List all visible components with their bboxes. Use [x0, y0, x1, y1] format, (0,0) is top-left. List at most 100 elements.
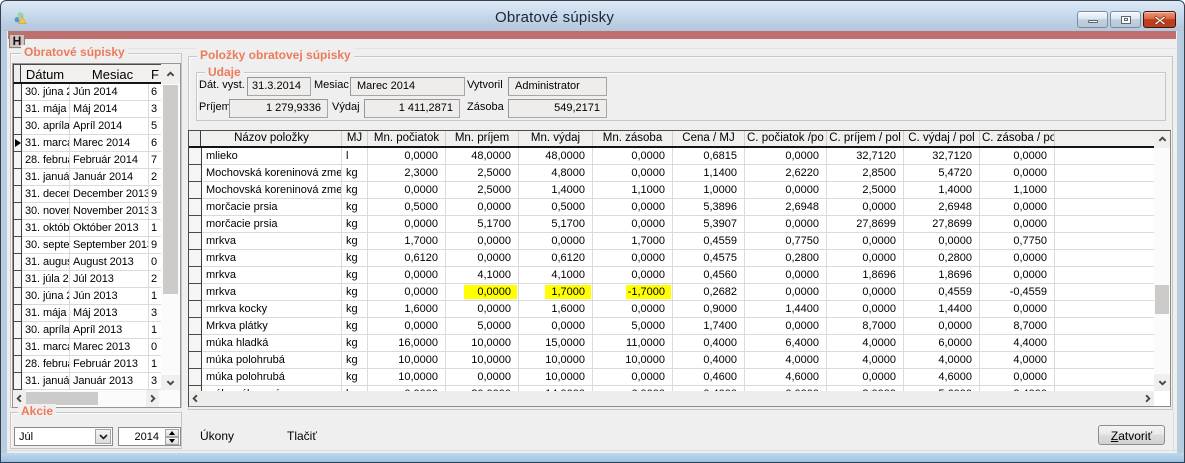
polozky-cell[interactable]: kg [342, 284, 368, 301]
mesiac-cell[interactable]: September 2013 [70, 237, 149, 254]
polozky-cell[interactable]: 1,1000 [593, 182, 673, 199]
polozky-cell[interactable]: 0,4000 [673, 335, 745, 352]
supisky-row[interactable]: 31. marca 2013Marec 20130 [14, 339, 161, 356]
polozky-row[interactable]: mrkvakg0,00000,00001,7000-1,70000,26820,… [189, 284, 1154, 301]
mesiac-cell[interactable]: Jún 2013 [70, 288, 149, 305]
polozky-column-header[interactable]: C. zásoba / pol [980, 131, 1055, 146]
polozky-cell[interactable]: 5,0000 [593, 318, 673, 335]
polozky-cell[interactable]: 4,0000 [980, 352, 1055, 369]
supisky-row[interactable]: 31. decembra 2013December 20139 [14, 186, 161, 203]
scroll-down-button[interactable] [161, 375, 180, 390]
supisky-table-vscrollbar[interactable] [161, 64, 180, 390]
ukony-button[interactable]: Úkony [200, 429, 234, 443]
polozky-cell[interactable]: 0,0000 [980, 301, 1055, 318]
supisky-row[interactable]: 30. septembra 2013September 20139 [14, 237, 161, 254]
polozky-cell[interactable]: 0,0000 [593, 199, 673, 216]
polozky-row[interactable]: Mrkva plátkykg0,00005,00000,00005,00001,… [189, 318, 1154, 335]
polozky-cell[interactable]: mrkva [202, 284, 342, 301]
polozky-cell[interactable]: 2,5000 [446, 182, 519, 199]
polozky-cell[interactable]: 1,0000 [673, 182, 745, 199]
dat-vyst-field[interactable]: 31.3.2014 [247, 77, 311, 96]
polozky-cell[interactable]: 0,0000 [980, 165, 1055, 182]
polozky-cell[interactable]: 1,7000 [368, 233, 446, 250]
polozky-row[interactable]: mrkvakg1,70000,00000,00001,70000,45590,7… [189, 233, 1154, 250]
polozky-row[interactable]: múka hladkákg16,000010,000015,000011,000… [189, 335, 1154, 352]
datum-cell[interactable]: 28. februára 2014 [22, 152, 70, 169]
polozky-cell[interactable]: 0,0000 [446, 199, 519, 216]
polozky-cell[interactable]: morčacie prsia [202, 199, 342, 216]
polozky-row[interactable]: mliekol0,000048,000048,00000,00000,68150… [189, 148, 1154, 165]
supisky-row[interactable]: 30. novembra 2013November 20133 [14, 203, 161, 220]
datum-cell[interactable]: 30. júna 2014 [22, 84, 70, 101]
polozky-cell[interactable]: 0,4600 [673, 369, 745, 386]
polozky-cell[interactable]: 10,0000 [519, 352, 593, 369]
polozky-cell[interactable]: -0,4559 [980, 284, 1055, 301]
f-cell[interactable]: 6 [149, 84, 161, 101]
polozky-cell[interactable]: mrkva kocky [202, 301, 342, 318]
polozky-cell[interactable]: 1,7000 [519, 284, 593, 301]
year-spinner[interactable]: 2014 [118, 427, 181, 446]
polozky-cell[interactable]: 5,3907 [673, 216, 745, 233]
polozky-cell[interactable]: 0,0000 [980, 216, 1055, 233]
f-cell[interactable]: 3 [149, 373, 161, 390]
mesiac-cell[interactable]: Máj 2014 [70, 101, 149, 118]
polozky-cell[interactable]: kg [342, 250, 368, 267]
polozky-cell[interactable]: kg [342, 199, 368, 216]
polozky-cell[interactable]: 5,3896 [673, 199, 745, 216]
polozky-row[interactable]: morčacie prsiakg0,00005,17005,17000,0000… [189, 216, 1154, 233]
scroll-up-button[interactable] [161, 64, 180, 84]
polozky-cell[interactable]: 0,0000 [745, 216, 827, 233]
supisky-row[interactable]: 30. apríla 2013Apríl 20131 [14, 322, 161, 339]
mesiac-cell[interactable]: November 2013 [70, 203, 149, 220]
datum-cell[interactable]: 31. januára 2014 [22, 169, 70, 186]
f-cell[interactable]: 1 [149, 356, 161, 373]
polozky-cell[interactable]: 4,1000 [446, 267, 519, 284]
polozky-cell[interactable]: 48,0000 [519, 148, 593, 165]
mesiac-cell[interactable]: Január 2013 [70, 373, 149, 390]
polozky-cell[interactable]: 0,0000 [745, 284, 827, 301]
polozky-cell[interactable]: 0,0000 [827, 284, 904, 301]
polozky-cell[interactable]: 5,0000 [446, 318, 519, 335]
polozky-cell[interactable]: mrkva [202, 233, 342, 250]
datum-cell[interactable]: 31. októbra 2013 [22, 220, 70, 237]
polozky-cell[interactable]: 0,4560 [673, 267, 745, 284]
polozky-cell[interactable]: kg [342, 233, 368, 250]
mesiac-cell[interactable]: Júl 2013 [70, 271, 149, 288]
datum-cell[interactable]: 30. novembra 2013 [22, 203, 70, 220]
supisky-row[interactable]: 28. februára 2014Február 20147 [14, 152, 161, 169]
polozky-column-header[interactable]: Mn. počiatok [368, 131, 446, 146]
polozky-cell[interactable]: mrkva [202, 267, 342, 284]
mesiac-cell[interactable]: Február 2013 [70, 356, 149, 373]
supisky-row[interactable]: 31. mája 2013Máj 20133 [14, 305, 161, 322]
scroll-left-button[interactable] [189, 391, 202, 406]
scrollbar-thumb[interactable] [1155, 285, 1169, 314]
f-cell[interactable]: 0 [149, 254, 161, 271]
datum-cell[interactable]: 30. septembra 2013 [22, 237, 70, 254]
spin-up-button[interactable] [165, 429, 179, 437]
polozky-cell[interactable]: 0,0000 [980, 250, 1055, 267]
polozky-cell[interactable]: 8,7000 [980, 318, 1055, 335]
scroll-down-button[interactable] [1154, 374, 1170, 391]
polozky-cell[interactable]: 10,0000 [446, 335, 519, 352]
polozky-column-header[interactable]: Mn. výdaj [519, 131, 593, 146]
polozky-cell[interactable]: 32,7120 [904, 148, 980, 165]
combobox-dropdown-button[interactable] [95, 429, 111, 444]
polozky-cell[interactable]: 0,0000 [593, 301, 673, 318]
polozky-cell[interactable]: Mochovská koreninová zmes [202, 165, 342, 182]
polozky-row[interactable]: mrkvakg0,00004,10004,10000,00000,45600,0… [189, 267, 1154, 284]
polozky-table-vscrollbar[interactable] [1154, 131, 1170, 391]
polozky-cell[interactable]: 8,7000 [827, 318, 904, 335]
polozky-cell[interactable]: 0,4575 [673, 250, 745, 267]
polozky-table[interactable]: Názov položkyMJMn. počiatokMn. príjemMn.… [189, 131, 1154, 391]
polozky-cell[interactable]: 1,1000 [980, 182, 1055, 199]
polozky-cell[interactable]: Mochovská koreninová zmes [202, 182, 342, 199]
polozky-cell[interactable]: 4,0000 [827, 335, 904, 352]
polozky-cell[interactable]: 0,0000 [446, 301, 519, 318]
mesiac-cell[interactable]: Apríl 2013 [70, 322, 149, 339]
f-cell[interactable]: 2 [149, 271, 161, 288]
polozky-row[interactable]: mrkvakg0,61200,00000,61200,00000,45750,2… [189, 250, 1154, 267]
maximize-button[interactable] [1110, 11, 1141, 28]
mesiac-cell[interactable]: Marec 2013 [70, 339, 149, 356]
polozky-cell[interactable]: -1,7000 [593, 284, 673, 301]
zatvorit-button[interactable]: Zatvoriť [1098, 425, 1165, 445]
